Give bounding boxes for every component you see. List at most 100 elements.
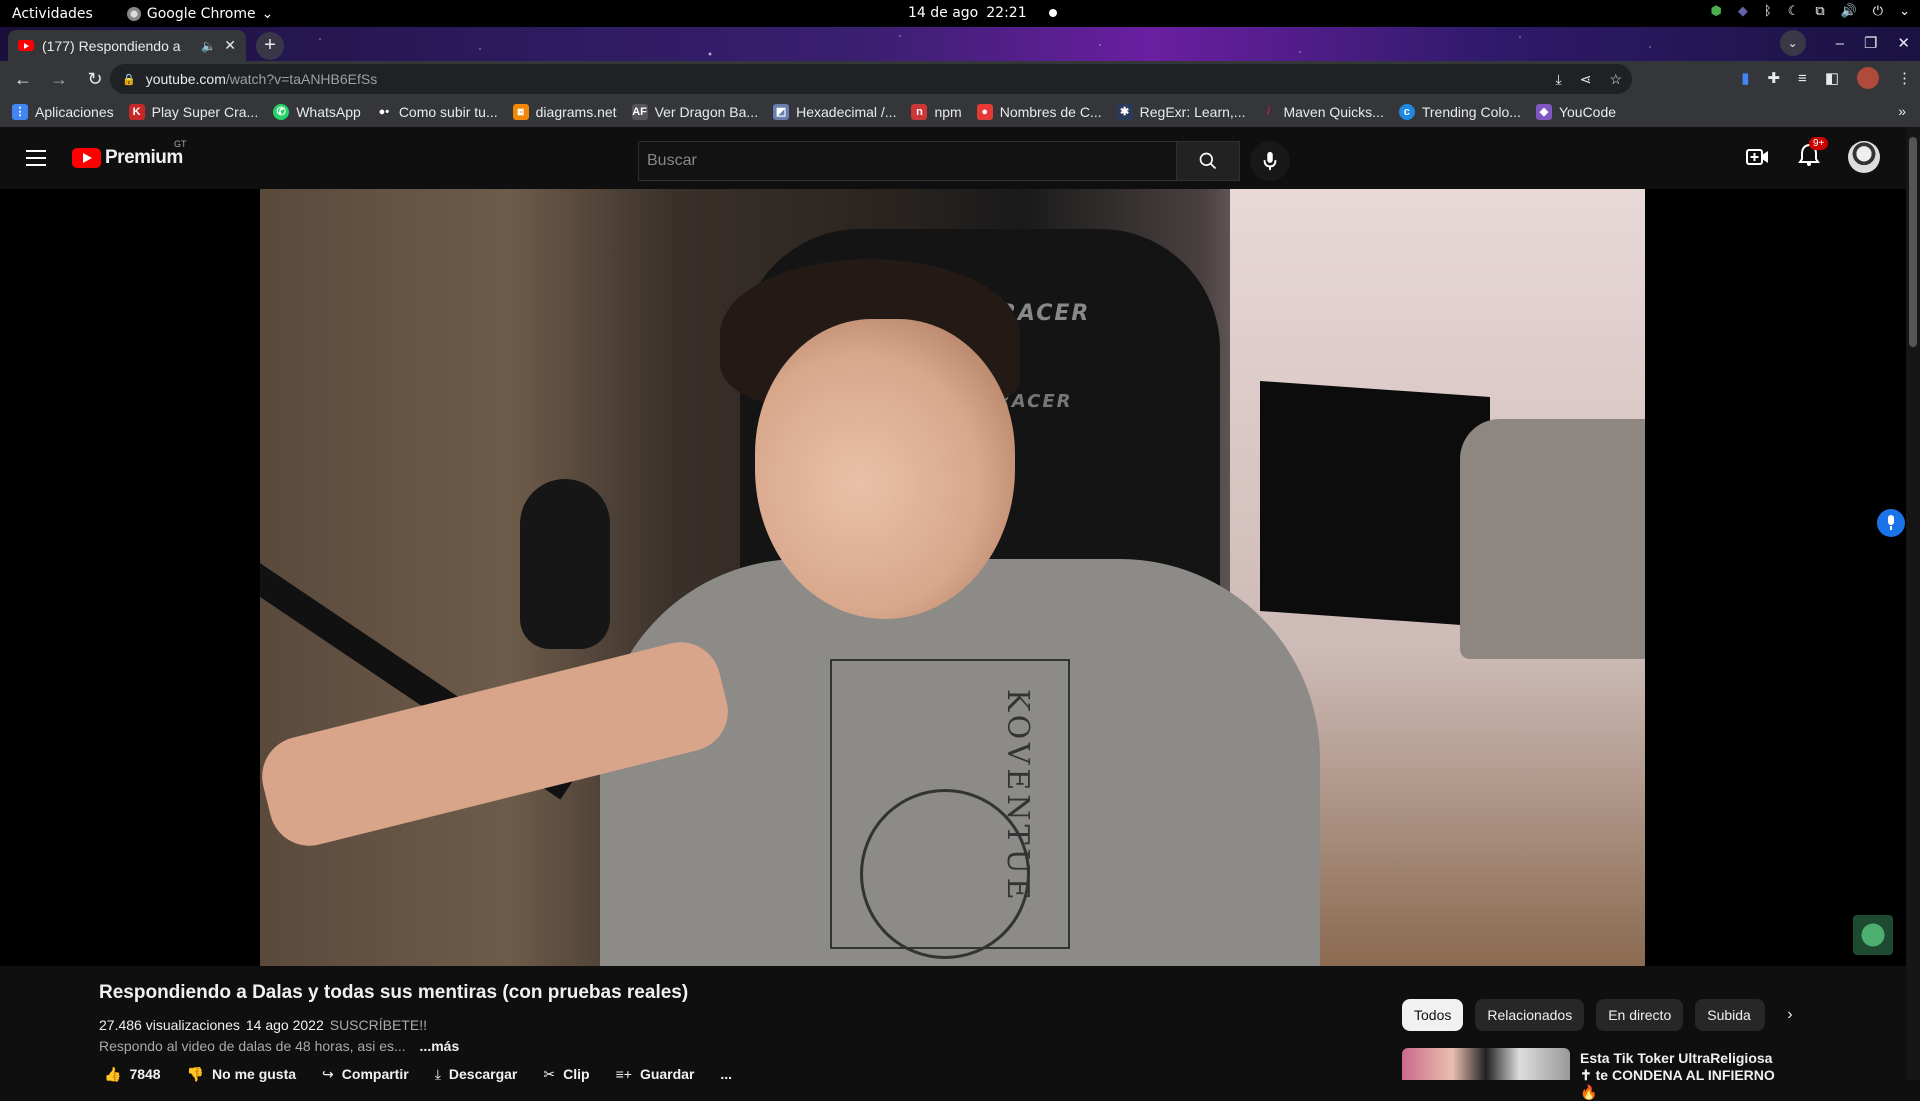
bookmark-trending-colors[interactable]: c Trending Colo... xyxy=(1398,104,1521,120)
share-button[interactable]: ↪ Compartir xyxy=(322,1066,409,1083)
close-icon[interactable]: ✕ xyxy=(224,37,236,54)
bookmark-como-subir[interactable]: ●• Como subir tu... xyxy=(376,104,498,120)
reading-list-icon[interactable]: ≡ xyxy=(1798,70,1807,87)
channel-watermark-icon[interactable] xyxy=(1853,915,1893,955)
bookmark-nombres[interactable]: ● Nombres de C... xyxy=(976,104,1102,120)
search-button[interactable] xyxy=(1176,141,1240,181)
floating-mic-icon[interactable] xyxy=(1877,509,1905,537)
close-window-icon[interactable]: ✕ xyxy=(1897,34,1910,52)
youtube-logo[interactable]: Premium GT xyxy=(72,139,187,169)
recommendation-thumbnail[interactable] xyxy=(1402,1048,1570,1080)
new-tab-button[interactable]: + xyxy=(256,32,284,60)
shield-icon[interactable]: ⬢ xyxy=(1710,4,1721,19)
system-tray[interactable]: ⬢ ◆ ᛒ ☾ ⧉ 🔊 ⏻ ⌄ xyxy=(1710,4,1910,19)
extension-icon[interactable]: ▮ xyxy=(1741,69,1749,87)
save-button[interactable]: ≡+ Guardar xyxy=(616,1066,695,1083)
dislike-button[interactable]: 👎 No me gusta xyxy=(187,1066,296,1083)
show-more-link[interactable]: ...más xyxy=(420,1038,460,1054)
bookmark-label: YouCode xyxy=(1558,104,1617,120)
gnome-top-bar: Actividades Google Chrome ⌄ 14 de ago 22… xyxy=(0,0,1920,27)
bookmark-npm[interactable]: n npm xyxy=(911,104,962,120)
medium-icon: ●• xyxy=(378,106,390,118)
view-count: 27.486 visualizaciones xyxy=(99,1017,240,1033)
create-video-icon[interactable] xyxy=(1746,147,1770,167)
menu-kebab-icon[interactable]: ⋮ xyxy=(1897,69,1912,87)
app-menu[interactable]: Google Chrome ⌄ xyxy=(126,5,274,22)
power-icon[interactable]: ⏻ xyxy=(1873,4,1883,19)
more-actions-button[interactable]: ... xyxy=(720,1066,732,1083)
chip-todos[interactable]: Todos xyxy=(1402,999,1464,1031)
bookmark-regexr[interactable]: ✱ RegExr: Learn,... xyxy=(1116,104,1246,120)
extensions-puzzle-icon[interactable]: ✚ xyxy=(1767,69,1780,87)
browser-toolbar: ← → ↻ 🔒 youtube.com /watch?v=taANHB6EfSs… xyxy=(0,61,1920,97)
bookmark-label: Hexadecimal /... xyxy=(796,104,897,120)
bookmark-maven[interactable]: / Maven Quicks... xyxy=(1260,104,1384,120)
bookmark-star-icon[interactable]: ☆ xyxy=(1609,71,1622,88)
search-input[interactable] xyxy=(639,142,1177,180)
account-avatar[interactable] xyxy=(1848,141,1880,173)
like-button[interactable]: 👍 7848 xyxy=(104,1066,161,1083)
clip-button[interactable]: ✂ Clip xyxy=(543,1066,589,1083)
lock-icon[interactable]: 🔒 xyxy=(122,73,136,86)
youtube-favicon-icon xyxy=(18,40,34,51)
youtube-masthead: Premium GT 9+ xyxy=(0,127,1920,189)
chip-relacionados[interactable]: Relacionados xyxy=(1475,999,1585,1031)
maximize-icon[interactable]: ❐ xyxy=(1864,34,1877,52)
bookmark-label: Ver Dragon Ba... xyxy=(654,104,759,120)
bookmark-whatsapp[interactable]: ✆ WhatsApp xyxy=(273,104,361,120)
voice-search-button[interactable] xyxy=(1250,141,1290,181)
network-icon[interactable]: ⧉ xyxy=(1815,4,1824,19)
chevron-down-icon[interactable]: ⌄ xyxy=(1899,4,1910,19)
search-box[interactable] xyxy=(638,141,1178,181)
address-bar[interactable]: 🔒 youtube.com /watch?v=taANHB6EfSs ⤓ ⋖ ☆ xyxy=(110,64,1632,94)
page-scrollbar[interactable] xyxy=(1906,127,1920,1080)
description-text: Respondo al video de dalas de 48 horas, … xyxy=(99,1038,406,1054)
bookmark-label: RegExr: Learn,... xyxy=(1139,104,1246,120)
bookmark-youcode[interactable]: ◆ YouCode xyxy=(1535,104,1617,120)
share-icon[interactable]: ⋖ xyxy=(1580,71,1592,88)
back-icon[interactable]: ← xyxy=(10,69,36,90)
bookmark-hexadecimal[interactable]: ◩ Hexadecimal /... xyxy=(773,104,896,120)
video-frame[interactable]: XRACER XRACER KOVENTUE xyxy=(260,189,1645,966)
chip-subida[interactable]: Subida xyxy=(1695,999,1766,1031)
minimize-icon[interactable]: – xyxy=(1836,35,1844,52)
bookmark-aplicaciones[interactable]: ⋮ Aplicaciones xyxy=(12,104,114,120)
teams-icon[interactable]: ◆ xyxy=(1738,4,1748,19)
video-meta[interactable]: 27.486 visualizaciones 14 ago 2022 SUSCR… xyxy=(99,1017,427,1033)
forward-icon[interactable]: → xyxy=(46,69,72,90)
side-panel-icon[interactable]: ◧ xyxy=(1825,69,1839,87)
video-description[interactable]: Respondo al video de dalas de 48 horas, … xyxy=(99,1038,459,1054)
tab-youtube[interactable]: (177) Respondiendo a 🔈 ✕ xyxy=(8,30,246,61)
activities-button[interactable]: Actividades xyxy=(12,6,93,22)
chevron-right-icon[interactable]: › xyxy=(1787,1006,1792,1024)
bookmark-label: Nombres de C... xyxy=(999,104,1102,120)
bookmark-diagrams[interactable]: ⧈ diagrams.net xyxy=(512,104,617,120)
chevron-down-icon: ⌄ xyxy=(261,5,274,22)
search-icon xyxy=(1199,152,1217,170)
download-button[interactable]: ⤓ Descargar xyxy=(435,1066,518,1083)
recommendation-title[interactable]: Esta Tik Toker UltraReligiosa ✝ te CONDE… xyxy=(1580,1050,1780,1101)
chevron-double-right-icon[interactable]: » xyxy=(1898,103,1906,119)
profile-avatar[interactable] xyxy=(1857,67,1879,89)
notifications-button[interactable]: 9+ xyxy=(1798,136,1829,172)
hashtag[interactable]: SUSCRÍBETE!! xyxy=(330,1017,427,1033)
bookmark-label: Play Super Cra... xyxy=(151,104,259,120)
tab-search-button[interactable]: ⌄ xyxy=(1779,30,1806,56)
bluetooth-icon[interactable]: ᛒ xyxy=(1764,4,1772,19)
clock[interactable]: 14 de ago 22:21 xyxy=(908,5,1057,21)
scrollbar-thumb[interactable] xyxy=(1909,137,1917,347)
volume-icon[interactable]: 🔊 xyxy=(1841,4,1857,19)
night-light-icon[interactable]: ☾ xyxy=(1788,4,1800,19)
bookmark-dragon-ball[interactable]: AF Ver Dragon Ba... xyxy=(631,104,759,120)
app-menu-label: Google Chrome xyxy=(146,5,256,22)
bookmark-play-super-cra[interactable]: K Play Super Cra... xyxy=(128,104,259,120)
country-code: GT xyxy=(174,139,187,149)
reload-icon[interactable]: ↻ xyxy=(82,69,108,90)
speaker-icon[interactable]: 🔈 xyxy=(201,39,216,53)
video-player[interactable]: XRACER XRACER KOVENTUE xyxy=(0,189,1906,966)
install-icon[interactable]: ⤓ xyxy=(1556,71,1562,88)
hamburger-menu-icon[interactable] xyxy=(26,150,46,166)
video-scene xyxy=(755,319,1015,619)
chip-en-directo[interactable]: En directo xyxy=(1596,999,1684,1031)
youcode-icon: ◆ xyxy=(1535,104,1552,120)
